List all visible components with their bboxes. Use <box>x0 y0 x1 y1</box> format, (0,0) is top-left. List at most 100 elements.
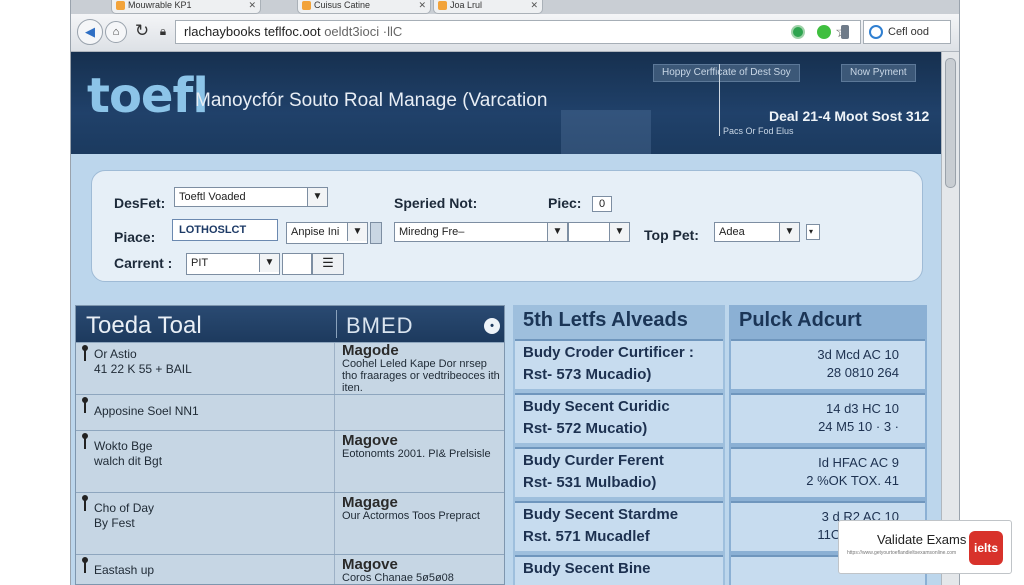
current-select[interactable]: PIT ▼ <box>186 253 280 275</box>
row-line-1: Apposine Soel NN1 <box>94 404 199 418</box>
table-row[interactable]: Or Astio 41 22 K 55 + BAIL Magode Coohel… <box>76 342 504 394</box>
header-divider <box>719 64 720 136</box>
row-line-1: Wokto Bge <box>94 439 153 453</box>
tab-strip: Mouwrable KP1 ✕ Cuisus Catine ✕ Joa Lrul… <box>71 0 959 14</box>
miredng-select[interactable]: Miredng Fre– ▼ <box>394 222 568 242</box>
row-line-1: Cho of Day <box>94 501 155 515</box>
list-item[interactable]: Budy Secent Curidic Rst- 572 Mucatio) <box>515 393 723 443</box>
table-row[interactable]: Eastash up Magove Coros Chanae 5ø5ø08 <box>76 554 504 584</box>
row-primary: Or Astio 41 22 K 55 + BAIL <box>94 347 332 377</box>
toppet-select[interactable]: Adea ▼ <box>714 222 800 242</box>
close-tab-icon[interactable]: ✕ <box>248 0 256 11</box>
site-logo[interactable]: toefl <box>87 68 209 124</box>
tab-label: Cuisus Catine <box>314 0 371 10</box>
anpise-select-value: Anpise Ini <box>291 226 340 238</box>
browser-tab-1[interactable]: Mouwrable KP1 ✕ <box>111 0 261 14</box>
list-item[interactable]: Budy Secent Bine <box>515 555 723 585</box>
toppet-select-value: Adea <box>719 226 745 238</box>
item-title: Budy Secent Bine <box>523 560 651 577</box>
search-engine-icon <box>869 25 883 39</box>
extension-lime-icon[interactable] <box>817 25 831 39</box>
close-tab-icon[interactable]: ✕ <box>418 0 426 11</box>
header-date: Deal 21-4 Moot Sost 312 <box>769 108 930 124</box>
item-value: 14 d3 HC 10 <box>826 401 899 416</box>
anpise-select[interactable]: Anpise Ini ▼ <box>286 222 368 244</box>
list-item[interactable]: Budy Secent Stardme Rst. 571 Mucadlef <box>515 501 723 551</box>
filter-form: DesFet: Toeftl Voaded ▼ Speried Not: Pie… <box>91 170 923 282</box>
reload-icon[interactable]: ↻ <box>131 21 153 43</box>
item-value-2: 24 M5 10 · 3 · <box>818 419 899 434</box>
page-title: Manoycfór Souto Roal Manage (Varcation <box>195 90 548 111</box>
list-item[interactable]: Budy Curder Ferent Rst- 531 Mulbadio) <box>515 447 723 497</box>
chevron-down-icon: ▼ <box>347 223 367 241</box>
search-box[interactable]: Cefl ood <box>863 20 951 44</box>
search-text: Cefl ood <box>888 26 929 38</box>
column-divider <box>334 395 335 430</box>
current-extra-box[interactable] <box>282 253 312 275</box>
watermark-title: Validate Exams <box>877 532 967 547</box>
home-icon[interactable]: ⌂ <box>105 21 127 43</box>
item-title: Budy Croder Curtificer : <box>523 344 694 361</box>
column-divider <box>334 343 335 394</box>
watermark-badge[interactable]: Validate Exams https://www.getyourtoefla… <box>838 520 1012 574</box>
middle-column: 5th Letfs Alveads Budy Croder Curtificer… <box>513 305 725 585</box>
certificate-link-button[interactable]: Hoppy Cerfficate of Dest Soy <box>653 64 800 82</box>
close-tab-icon[interactable]: ✕ <box>530 0 538 11</box>
left-column-header: Toeda Toal BMED • <box>76 306 504 342</box>
column-divider <box>334 555 335 584</box>
tab-favicon-icon <box>438 1 447 10</box>
chevron-down-icon: ▼ <box>547 223 567 241</box>
row-line-2: By Fest <box>94 516 135 530</box>
url-host: rlachaybooks teflfoc.oot <box>184 24 321 39</box>
piec-input[interactable]: 0 <box>592 196 613 212</box>
browser-tab-3[interactable]: Joa Lrul ✕ <box>433 0 543 14</box>
extension-grey-icon[interactable] <box>841 25 849 39</box>
left-column: Toeda Toal BMED • Or Astio 41 22 K 55 + … <box>75 305 505 585</box>
browser-tab-2[interactable]: Cuisus Catine ✕ <box>297 0 431 14</box>
info-icon[interactable]: • <box>484 318 500 334</box>
list-item[interactable]: 14 d3 HC 10 24 M5 10 · 3 · <box>731 393 925 443</box>
piec-label: Piec: <box>548 195 582 211</box>
item-title: Budy Curder Ferent <box>523 452 664 469</box>
place-input[interactable]: LOTHOSLCT <box>172 219 278 241</box>
secondary-select[interactable]: ▼ <box>568 222 630 242</box>
list-item[interactable]: Id HFAC AC 9 2 %OK TOX. 41 <box>731 447 925 497</box>
desfet-select[interactable]: Toeftl Voaded ▼ <box>174 187 328 207</box>
list-item[interactable]: 3d Mcd AC 10 28 0810 264 <box>731 339 925 389</box>
row-detail: Magage Our Actormos Toos Prepract <box>342 495 502 522</box>
ielts-logo: ielts <box>969 531 1003 565</box>
pin-icon <box>82 495 88 511</box>
current-label: Carrent : <box>114 255 173 271</box>
pin-icon <box>82 345 88 361</box>
extension-green-icon[interactable] <box>791 25 805 39</box>
item-value-2: 2 %OK TOX. 41 <box>806 473 899 488</box>
row-line-1: Eastash up <box>94 563 155 577</box>
row-detail-title: Magove <box>342 432 398 449</box>
current-select-value: PIT <box>191 257 209 269</box>
pin-icon <box>82 557 88 573</box>
row-detail-title: Magove <box>342 556 398 573</box>
toppet-label: Top Pet: <box>644 227 699 243</box>
menu-icon[interactable]: ☰ <box>312 253 344 275</box>
row-detail-desc: Coros Chanae 5ø5ø08 <box>342 572 454 584</box>
spin-button[interactable] <box>370 222 382 244</box>
pin-icon <box>82 433 88 449</box>
spered-label: Speried Not: <box>394 195 478 211</box>
back-button[interactable]: ◀ <box>77 19 103 45</box>
table-row[interactable]: Apposine Soel NN1 <box>76 394 504 430</box>
table-row[interactable]: Wokto Bge walch dit Bgt Magove Eotonomts… <box>76 430 504 492</box>
tab-label: Mouwrable KP1 <box>128 0 192 10</box>
small-dropdown-icon[interactable]: ▾ <box>806 224 820 240</box>
chevron-down-icon: ▼ <box>609 223 629 241</box>
new-payment-button[interactable]: Now Pyment <box>841 64 916 82</box>
header-subtext: Pacs Or Fod Elus <box>723 126 794 136</box>
chevron-down-icon: ▼ <box>259 254 279 272</box>
vertical-scrollbar[interactable] <box>941 52 959 585</box>
table-row[interactable]: Cho of Day By Fest Magage Our Actormos T… <box>76 492 504 554</box>
url-bar[interactable]: rlachaybooks teflfoc.oot oeldt3ioci ·llC <box>175 20 861 44</box>
chevron-down-icon: ▼ <box>779 223 799 241</box>
site-header: toefl Manoycfór Souto Roal Manage (Varca… <box>71 52 941 154</box>
scrollbar-thumb[interactable] <box>945 58 956 188</box>
list-item[interactable]: Budy Croder Curtificer : Rst- 573 Mucadi… <box>515 339 723 389</box>
tab-favicon-icon <box>116 1 125 10</box>
